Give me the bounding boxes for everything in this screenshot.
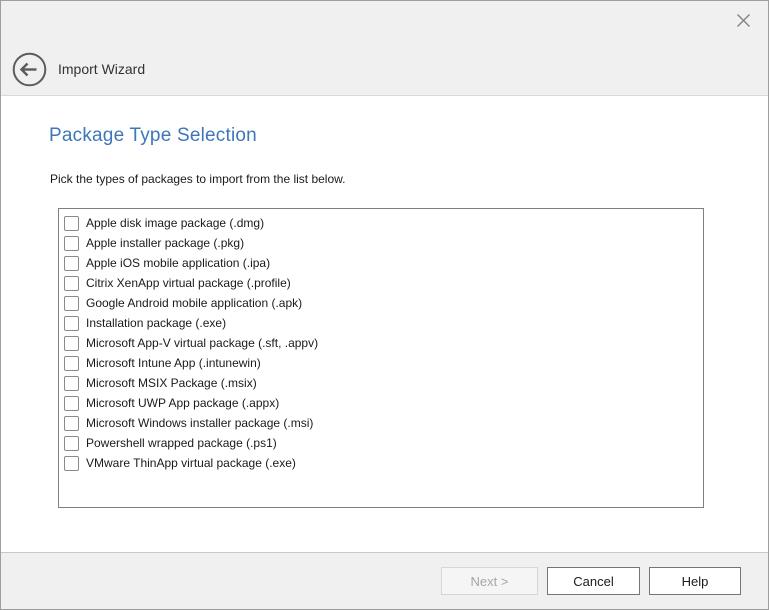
wizard-footer: Next > Cancel Help — [1, 552, 768, 609]
help-button[interactable]: Help — [649, 567, 741, 595]
package-label: Google Android mobile application (.apk) — [86, 296, 302, 310]
wizard-header: Import Wizard — [1, 1, 768, 96]
package-checkbox[interactable] — [64, 316, 79, 331]
package-label: Powershell wrapped package (.ps1) — [86, 436, 277, 450]
package-row[interactable]: Microsoft App-V virtual package (.sft, .… — [59, 333, 703, 353]
package-row[interactable]: Apple iOS mobile application (.ipa) — [59, 253, 703, 273]
package-label: Apple disk image package (.dmg) — [86, 216, 264, 230]
close-icon — [736, 13, 751, 28]
package-label: Microsoft Intune App (.intunewin) — [86, 356, 261, 370]
back-button[interactable] — [11, 51, 47, 87]
page-title: Package Type Selection — [49, 125, 768, 147]
close-button[interactable] — [728, 7, 758, 33]
package-label: Installation package (.exe) — [86, 316, 226, 330]
package-row[interactable]: Microsoft MSIX Package (.msix) — [59, 373, 703, 393]
package-label: Microsoft MSIX Package (.msix) — [86, 376, 257, 390]
import-wizard-window: Import Wizard Package Type Selection Pic… — [0, 0, 769, 610]
package-row[interactable]: Apple installer package (.pkg) — [59, 233, 703, 253]
package-label: Apple iOS mobile application (.ipa) — [86, 256, 270, 270]
package-label: Citrix XenApp virtual package (.profile) — [86, 276, 291, 290]
package-row[interactable]: Installation package (.exe) — [59, 313, 703, 333]
package-checkbox[interactable] — [64, 256, 79, 271]
package-checkbox[interactable] — [64, 236, 79, 251]
package-row[interactable]: Apple disk image package (.dmg) — [59, 213, 703, 233]
package-checkbox[interactable] — [64, 416, 79, 431]
package-checkbox[interactable] — [64, 336, 79, 351]
package-checkbox[interactable] — [64, 436, 79, 451]
package-row[interactable]: Microsoft Intune App (.intunewin) — [59, 353, 703, 373]
package-checkbox[interactable] — [64, 376, 79, 391]
package-row[interactable]: VMware ThinApp virtual package (.exe) — [59, 453, 703, 473]
package-label: Microsoft App-V virtual package (.sft, .… — [86, 336, 318, 350]
package-label: Apple installer package (.pkg) — [86, 236, 244, 250]
package-label: VMware ThinApp virtual package (.exe) — [86, 456, 296, 470]
package-checkbox[interactable] — [64, 396, 79, 411]
package-checkbox[interactable] — [64, 356, 79, 371]
package-row[interactable]: Microsoft Windows installer package (.ms… — [59, 413, 703, 433]
wizard-banner: Import Wizard — [11, 51, 145, 87]
wizard-title: Import Wizard — [58, 61, 145, 77]
package-type-list: Apple disk image package (.dmg) Apple in… — [58, 208, 704, 508]
back-arrow-icon — [12, 52, 47, 87]
package-label: Microsoft Windows installer package (.ms… — [86, 416, 313, 430]
package-label: Microsoft UWP App package (.appx) — [86, 396, 279, 410]
package-checkbox[interactable] — [64, 296, 79, 311]
page-subtitle: Pick the types of packages to import fro… — [50, 172, 768, 186]
package-row[interactable]: Powershell wrapped package (.ps1) — [59, 433, 703, 453]
next-button[interactable]: Next > — [441, 567, 538, 595]
package-row[interactable]: Citrix XenApp virtual package (.profile) — [59, 273, 703, 293]
wizard-page: Package Type Selection Pick the types of… — [1, 96, 768, 552]
package-checkbox[interactable] — [64, 216, 79, 231]
package-checkbox[interactable] — [64, 276, 79, 291]
package-checkbox[interactable] — [64, 456, 79, 471]
cancel-button[interactable]: Cancel — [547, 567, 640, 595]
package-row[interactable]: Google Android mobile application (.apk) — [59, 293, 703, 313]
package-row[interactable]: Microsoft UWP App package (.appx) — [59, 393, 703, 413]
